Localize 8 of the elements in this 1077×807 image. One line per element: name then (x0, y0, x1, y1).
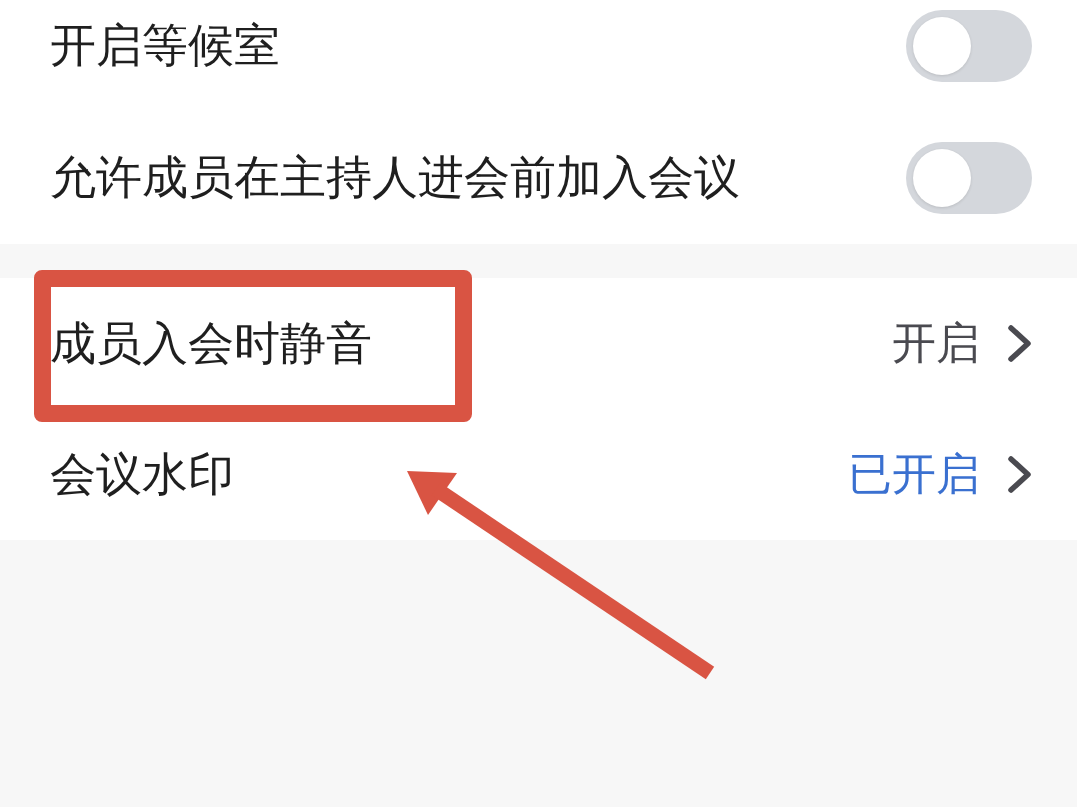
setting-value: 已开启 (848, 448, 980, 501)
setting-label: 允许成员在主持人进会前加入会议 (50, 150, 740, 206)
chevron-right-icon[interactable] (1008, 456, 1032, 493)
setting-value: 开启 (892, 317, 980, 370)
setting-label: 成员入会时静音 (50, 315, 372, 372)
chevron-right-icon[interactable] (1008, 325, 1032, 362)
setting-label: 会议水印 (50, 446, 234, 503)
setting-label: 开启等候室 (50, 18, 280, 74)
